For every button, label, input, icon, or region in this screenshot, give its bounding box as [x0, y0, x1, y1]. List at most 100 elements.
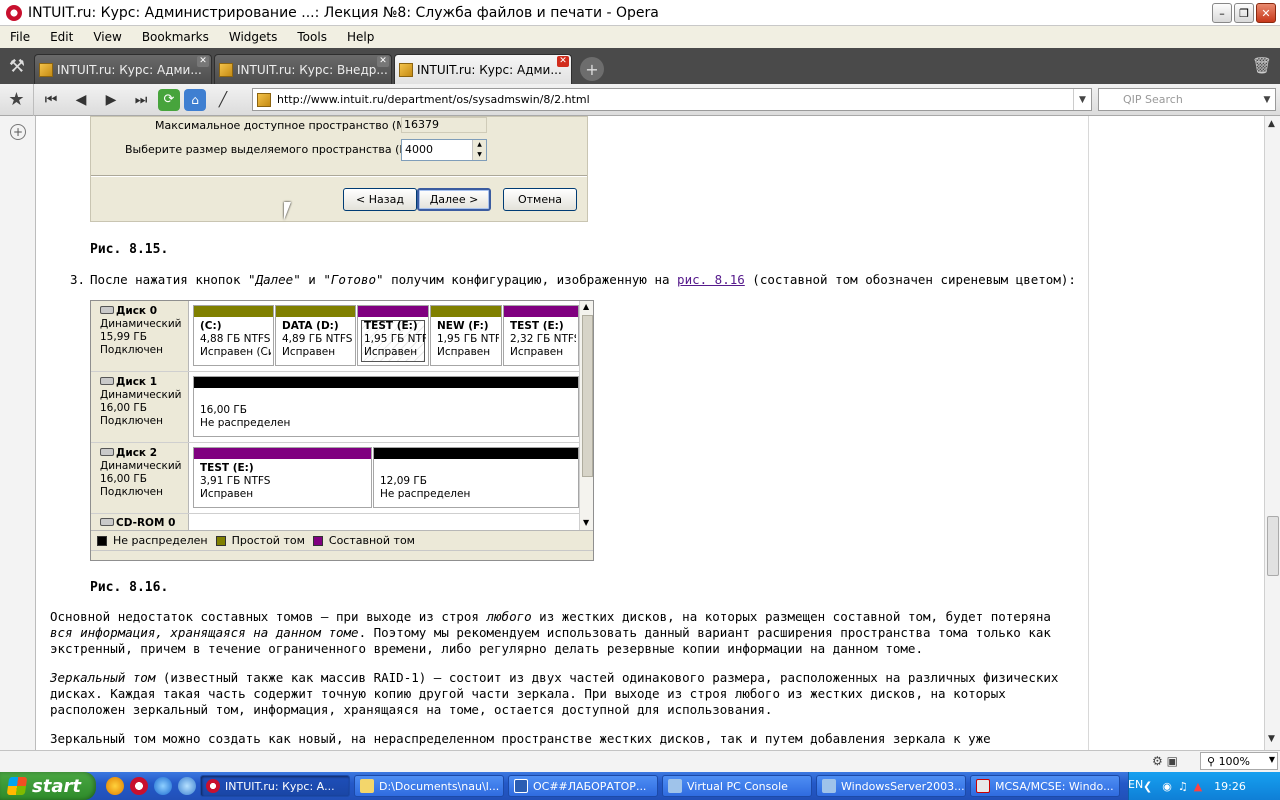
scroll-down-icon[interactable]: ▼ [1268, 734, 1275, 744]
cancel-button: Отмена [503, 188, 577, 211]
menu-bookmarks[interactable]: Bookmarks [132, 30, 219, 44]
text: Основной недостаток составных томов — пр… [50, 609, 487, 624]
menu-edit[interactable]: Edit [40, 30, 83, 44]
network-icon[interactable]: ◉ [1162, 780, 1172, 793]
volume-icon[interactable]: ♫ [1178, 780, 1188, 793]
url-input[interactable]: http://www.intuit.ru/department/os/sysad… [277, 93, 590, 106]
cdrom-label: CD-ROM 0 [91, 514, 189, 530]
tab-close-icon[interactable]: ✕ [197, 56, 209, 67]
start-button[interactable]: start [0, 772, 96, 800]
partition-unallocated: 12,09 ГБ Не распределен [373, 447, 579, 508]
taskbar-item[interactable]: ОС##ЛАБОРАТОР... [508, 775, 658, 797]
chevron-down-icon[interactable]: ▼ [1073, 89, 1091, 110]
menu-file[interactable]: File [0, 30, 40, 44]
opera-icon [206, 779, 220, 793]
trash-icon[interactable]: 🗑 [1252, 56, 1272, 75]
figure-caption-8-16: Рис. 8.16. [90, 580, 169, 595]
text: расположен зеркальный том, информация, х… [50, 702, 773, 717]
close-icon[interactable]: ✕ [1256, 3, 1276, 23]
partition-c: (C:) 4,88 ГБ NTFS Исправен (Си [193, 305, 274, 366]
partition-f: NEW (F:) 1,95 ГБ NTF Исправен [430, 305, 502, 366]
forward-icon[interactable]: ▶ [98, 88, 124, 112]
partition-title: NEW (F:) [437, 320, 489, 332]
qip-icon[interactable] [106, 777, 124, 795]
menu-help[interactable]: Help [337, 30, 384, 44]
address-bar[interactable]: http://www.intuit.ru/department/os/sysad… [252, 88, 1092, 111]
menu-view[interactable]: View [83, 30, 131, 44]
paragraph-3: Зеркальный том можно создать как новый, … [50, 731, 1080, 747]
search-placeholder: QIP Search [1123, 93, 1183, 106]
opera-icon[interactable] [130, 777, 148, 795]
disk-icon [100, 448, 114, 456]
restore-icon[interactable]: ❐ [1234, 3, 1254, 23]
zoom-select[interactable]: ⚲ 100% ▼ [1200, 752, 1278, 770]
wand-icon[interactable]: ╱ [210, 88, 236, 112]
taskbar-item[interactable]: D:\Documents\nau\l... [354, 775, 504, 797]
menu-widgets[interactable]: Widgets [219, 30, 288, 44]
page-scrollbar[interactable]: ▲ ▼ [1264, 116, 1280, 750]
antivirus-icon[interactable]: ▲ [1194, 780, 1202, 793]
chevron-down-icon[interactable]: ▼ [1269, 755, 1275, 764]
camera-icon[interactable]: ▣ [1167, 754, 1178, 768]
scroll-up-icon[interactable]: ▲ [1268, 119, 1275, 129]
disk-size: 15,99 ГБ [100, 331, 148, 343]
taskbar-item[interactable]: WindowsServer2003... [816, 775, 966, 797]
legend-label: Составной том [328, 534, 415, 547]
max-space-label: Максимальное доступное пространство (МБ)… [155, 119, 422, 132]
add-panel-icon[interactable]: + [10, 124, 26, 140]
chevron-down-icon[interactable]: ▼ [1259, 89, 1275, 110]
virtual-pc-icon [668, 779, 682, 793]
folder-icon [360, 779, 374, 793]
text: дисках. Каждая такая часть содержит точн… [50, 686, 1006, 701]
horizontal-scrollbar[interactable] [36, 753, 1148, 769]
task-label: ОС##ЛАБОРАТОР... [533, 779, 647, 793]
tools-icon[interactable]: ⚒ [0, 48, 34, 84]
figure-link[interactable]: рис. 8.16 [677, 272, 745, 287]
new-tab-icon[interactable]: + [580, 57, 604, 81]
text: из жестких дисков, на которых размещен с… [531, 609, 1051, 624]
figure-legend: Не распределен Простой том Составной том [91, 530, 593, 550]
media-icon[interactable] [178, 777, 196, 795]
tab-bar: ⚒ INTUIT.ru: Курс: Адми... ✕ INTUIT.ru: … [0, 48, 1280, 84]
taskbar-item[interactable]: Virtual PC Console [662, 775, 812, 797]
home-icon[interactable]: ⌂ [184, 88, 206, 111]
back-arrow-icon[interactable]: ❮ [1143, 780, 1152, 793]
partition-e-selected: TEST (E:) 1,95 ГБ NTF Исправен [357, 305, 429, 366]
taskbar-item[interactable]: MCSA/MCSE: Windo... [970, 775, 1120, 797]
partition-bar [431, 306, 501, 317]
tab-2[interactable]: INTUIT.ru: Курс: Внедр... ✕ [214, 54, 392, 84]
word-document-icon [514, 779, 528, 793]
rewind-icon[interactable]: ⏮ [38, 88, 64, 112]
tab-1[interactable]: INTUIT.ru: Курс: Адми... ✕ [34, 54, 212, 84]
reload-icon[interactable]: ⟳ [158, 88, 180, 111]
text: Зеркальный том можно создать как новый, … [50, 731, 991, 746]
disk-icon [100, 377, 114, 385]
fast-forward-icon[interactable]: ⏭ [128, 88, 154, 112]
back-icon[interactable]: ◀ [68, 88, 94, 112]
clock[interactable]: 19:26 [1214, 780, 1246, 793]
turbo-icon[interactable]: ⚙ [1152, 754, 1163, 768]
panel-star-icon[interactable]: ★ [0, 83, 34, 116]
partition-status: Исправен (Си [200, 346, 271, 358]
language-indicator[interactable]: EN [1128, 778, 1143, 791]
size-label: Выберите размер выделяемого пространства… [125, 143, 425, 156]
menu-tools[interactable]: Tools [287, 30, 337, 44]
taskbar-item[interactable]: INTUIT.ru: Курс: А... [200, 775, 350, 797]
tab-close-icon[interactable]: ✕ [557, 56, 569, 67]
spinner-arrows-icon: ▲ ▼ [472, 140, 486, 160]
search-input[interactable]: QIP Search ▼ [1098, 88, 1276, 111]
partition-bar [504, 306, 578, 317]
max-space-value: 16379 [401, 117, 487, 133]
task-label: INTUIT.ru: Курс: А... [225, 779, 335, 793]
legend-unallocated: Не распределен [97, 534, 208, 547]
task-label: MCSA/MCSE: Windo... [995, 779, 1114, 793]
partition-size: 3,91 ГБ NTFS [200, 475, 271, 487]
scroll-thumb[interactable] [1267, 516, 1279, 576]
step-done-word: Готово [330, 272, 377, 287]
minimize-icon[interactable]: – [1212, 3, 1232, 23]
tab-3[interactable]: INTUIT.ru: Курс: Адми... ✕ [394, 54, 572, 84]
cdrom-name: CD-ROM 0 [116, 517, 176, 529]
tab-close-icon[interactable]: ✕ [377, 56, 389, 67]
partition-size: 2,32 ГБ NTFS [510, 333, 576, 345]
internet-explorer-icon[interactable] [154, 777, 172, 795]
